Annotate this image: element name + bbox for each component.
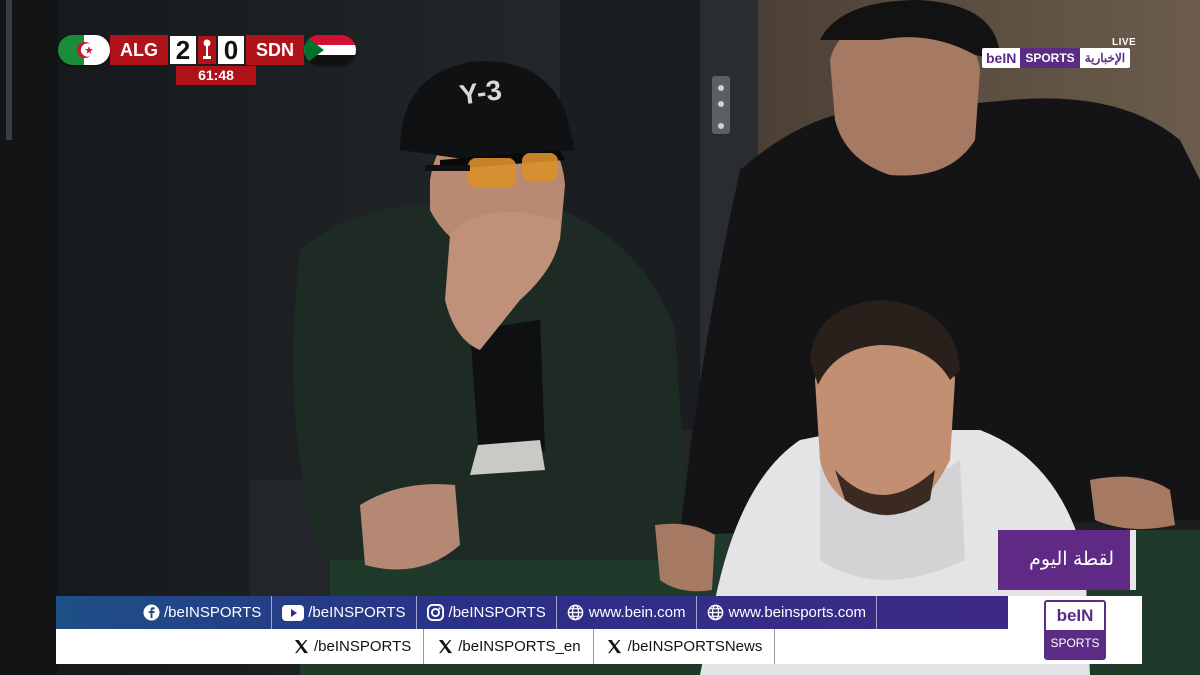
ticker-item-beinsports-site: www.beinsports.com [697, 596, 878, 629]
facebook-icon [142, 604, 160, 622]
ticker-item-x-en: /beINSPORTS_en [424, 629, 594, 664]
cap-logo: Y-3 [458, 74, 504, 111]
ticker-text: /beINSPORTSNews [627, 638, 763, 655]
ticker-text: www.beinsports.com [728, 604, 867, 621]
logo-bein-text: beIN [1046, 602, 1104, 630]
ticker-text: www.bein.com [588, 604, 686, 621]
social-ticker: /beINSPORTS /beINSPORTS /beINSPORTS www.… [56, 596, 1142, 664]
moment-of-the-day-label: لقطة اليوم [998, 530, 1136, 590]
ticker-row-top: /beINSPORTS /beINSPORTS /beINSPORTS www.… [56, 596, 1008, 629]
ticker-bein-logo: beIN SPORTS [1008, 596, 1142, 664]
ticker-item-x-main: /beINSPORTS [280, 629, 425, 664]
ticker-text: /beINSPORTS_en [458, 638, 581, 655]
scoreboard: ALG 2 0 SDN [58, 34, 357, 66]
logo-bein: beIN [982, 48, 1021, 68]
ticker-item-youtube: /beINSPORTS [272, 596, 417, 629]
home-score: 2 [170, 36, 196, 64]
ticker-text: /beINSPORTS [164, 604, 262, 621]
ticker-text: /beINSPORTS [308, 604, 406, 621]
logo-sports: SPORTS [1020, 48, 1080, 68]
algeria-flag [58, 35, 110, 65]
globe-icon [707, 604, 725, 622]
ticker-item-instagram: /beINSPORTS [417, 596, 557, 629]
trophy-icon [198, 36, 216, 64]
x-icon [292, 638, 310, 656]
ticker-item-bein-site: www.bein.com [557, 596, 697, 629]
ticker-row-bottom: /beINSPORTS /beINSPORTS_en /beINSPORTSNe… [56, 629, 1008, 664]
home-team-code: ALG [110, 35, 168, 65]
logo-sports-text: SPORTS [1046, 630, 1104, 658]
ticker-text: /beINSPORTS [314, 638, 412, 655]
bein-sports-news-logo: beIN SPORTS الإخبارية [982, 48, 1131, 68]
ticker-item-x-news: /beINSPORTSNews [594, 629, 776, 664]
instagram-icon [427, 604, 445, 622]
logo-arabic: الإخبارية [1079, 48, 1131, 68]
youtube-icon [282, 604, 305, 622]
globe-icon [567, 604, 585, 622]
ticker-text: /beINSPORTS [448, 604, 546, 621]
x-icon [606, 638, 624, 656]
ticker-item-facebook: /beINSPORTS [56, 596, 273, 629]
match-clock: 61:48 [176, 66, 256, 85]
live-indicator: LIVE [1112, 37, 1137, 48]
moment-label-text: لقطة اليوم [1029, 549, 1114, 570]
bein-sports-logo: beIN SPORTS [1044, 600, 1106, 660]
x-icon [436, 638, 454, 656]
away-score: 0 [218, 36, 244, 64]
sudan-flag [304, 35, 357, 65]
away-team-code: SDN [246, 35, 305, 65]
